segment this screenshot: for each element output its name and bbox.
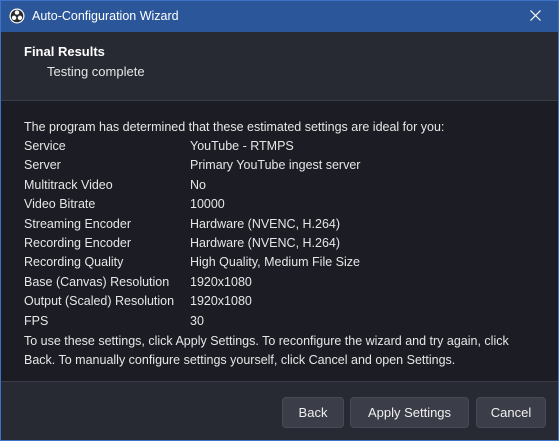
- setting-label: Multitrack Video: [24, 177, 113, 192]
- settings-row: Service YouTube - RTMPS: [24, 137, 544, 156]
- settings-row: Multitrack Video No: [24, 176, 544, 195]
- cancel-button[interactable]: Cancel: [476, 397, 546, 428]
- setting-value: 1920x1080: [190, 274, 252, 289]
- setting-value: Primary YouTube ingest server: [190, 158, 361, 173]
- settings-row: Output (Scaled) Resolution 1920x1080: [24, 292, 544, 311]
- setting-value: 30: [190, 313, 204, 328]
- close-button[interactable]: [512, 1, 558, 32]
- setting-label: FPS: [24, 313, 49, 328]
- setting-label: Base (Canvas) Resolution: [24, 274, 170, 289]
- settings-row: Recording Encoder Hardware (NVENC, H.264…: [24, 234, 544, 253]
- instructions-text: To use these settings, click Apply Setti…: [24, 333, 509, 367]
- setting-label: Recording Quality: [24, 255, 124, 270]
- close-icon: [529, 8, 541, 26]
- button-bar: Back Apply Settings Cancel: [1, 381, 558, 440]
- setting-label: Video Bitrate: [24, 197, 96, 212]
- back-button[interactable]: Back: [282, 397, 344, 428]
- settings-row: Streaming Encoder Hardware (NVENC, H.264…: [24, 215, 544, 234]
- settings-row: Video Bitrate 10000: [24, 195, 544, 214]
- obs-logo-icon: [9, 8, 25, 24]
- apply-settings-button[interactable]: Apply Settings: [350, 397, 469, 428]
- page-title: Final Results: [24, 44, 105, 59]
- setting-value: YouTube - RTMPS: [190, 139, 294, 153]
- results-content: The program has determined that these es…: [24, 118, 544, 370]
- settings-row: Recording Quality High Quality, Medium F…: [24, 253, 544, 272]
- intro-text: The program has determined that these es…: [24, 120, 445, 134]
- wizard-window: Auto-Configuration Wizard Final Results …: [0, 0, 559, 441]
- setting-value: High Quality, Medium File Size: [190, 255, 360, 270]
- setting-label: Output (Scaled) Resolution: [24, 294, 175, 309]
- title-bar[interactable]: Auto-Configuration Wizard: [1, 1, 558, 32]
- setting-value: Hardware (NVENC, H.264): [190, 235, 341, 250]
- setting-value: Hardware (NVENC, H.264): [190, 216, 341, 231]
- window-title: Auto-Configuration Wizard: [32, 9, 179, 23]
- settings-row: Base (Canvas) Resolution 1920x1080: [24, 273, 544, 292]
- setting-value: 10000: [190, 197, 225, 212]
- setting-label: Streaming Encoder: [24, 216, 132, 231]
- page-subtitle: Testing complete: [47, 64, 145, 79]
- page-header: Final Results Testing complete: [1, 32, 558, 101]
- setting-label: Recording Encoder: [24, 235, 132, 250]
- setting-value: No: [190, 177, 206, 192]
- setting-value: 1920x1080: [190, 294, 252, 309]
- settings-row: FPS 30: [24, 312, 544, 331]
- settings-row: Server Primary YouTube ingest server: [24, 156, 544, 175]
- settings-list: Service YouTube - RTMPS Server Primary Y…: [24, 137, 544, 331]
- setting-label: Server: [24, 158, 61, 173]
- setting-label: Service: [24, 139, 66, 153]
